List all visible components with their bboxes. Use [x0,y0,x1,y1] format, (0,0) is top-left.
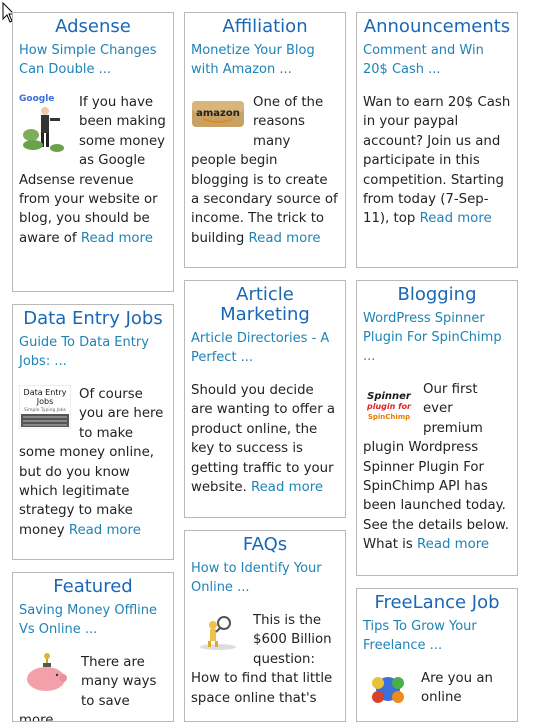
article-link[interactable]: WordPress Spinner Plugin For SpinChimp .… [363,309,511,366]
svg-text:Data Entry: Data Entry [24,388,67,397]
category-card-article-marketing: Article Marketing Article Directories - … [184,280,346,518]
card-excerpt: Wan to earn 20$ Cash in your paypal acco… [363,95,511,227]
category-card-announcements: Announcements Comment and Win 20$ Cash .… [356,12,518,268]
svg-text:Spinner: Spinner [367,391,412,402]
read-more-link[interactable]: Read more [81,231,153,246]
read-more-link[interactable]: Read more [69,523,141,538]
card-excerpt: Should you decide are wanting to offer a… [191,383,336,496]
card-excerpt: Are you an online [421,671,493,706]
svg-text:Simple Typing Jobs: Simple Typing Jobs [24,407,67,413]
card-title[interactable]: Article Marketing [191,285,339,325]
card-title[interactable]: Announcements [363,17,511,37]
article-link[interactable]: How Simple Changes Can Double ... [19,41,167,79]
svg-text:amazon: amazon [196,108,240,119]
article-link[interactable]: Tips To Grow Your Freelance ... [363,617,511,655]
category-card-freelance-job: FreeLance Job Tips To Grow Your Freelanc… [356,588,518,722]
read-more-link[interactable]: Read more [417,537,489,552]
svg-text:Jobs: Jobs [36,397,54,406]
category-card-featured: Featured Saving Money Offline Vs Online … [12,572,174,722]
read-more-link[interactable]: Read more [420,211,492,226]
category-card-affiliation: Affiliation Monetize Your Blog with Amaz… [184,12,346,268]
svg-text:SpinChimp: SpinChimp [368,413,410,421]
article-link[interactable]: Article Directories - A Perfect ... [191,329,339,367]
svg-text:Google: Google [19,94,54,104]
category-card-data-entry-jobs: Data Entry Jobs Guide To Data Entry Jobs… [12,304,174,560]
article-link[interactable]: How to Identify Your Online ... [191,559,339,597]
article-link[interactable]: Guide To Data Entry Jobs: ... [19,333,167,371]
card-title[interactable]: Blogging [363,285,511,305]
google-adsense-icon[interactable]: Google [19,93,71,155]
data-entry-jobs-icon[interactable]: Data Entry Jobs Simple Typing Jobs [18,384,72,431]
card-title[interactable]: Featured [19,577,167,597]
article-link[interactable]: Comment and Win 20$ Cash ... [363,41,511,79]
piggy-bank-icon[interactable] [19,653,73,697]
card-title[interactable]: Affiliation [191,17,339,37]
article-link[interactable]: Saving Money Offline Vs Online ... [19,601,167,639]
svg-text:plugin for: plugin for [366,402,412,411]
article-link[interactable]: Monetize Your Blog with Amazon ... [191,41,339,79]
card-title[interactable]: FreeLance Job [363,593,511,613]
amazon-icon[interactable]: amazon [191,97,245,137]
card-title[interactable]: FAQs [191,535,339,555]
card-title[interactable]: Data Entry Jobs [19,309,167,329]
card-title[interactable]: Adsense [19,17,167,37]
read-more-link[interactable]: Read more [249,231,321,246]
category-card-faqs: FAQs How to Identify Your Online ... Thi… [184,530,346,722]
question-figure-icon[interactable] [191,611,245,651]
category-card-blogging: Blogging WordPress Spinner Plugin For Sp… [356,280,518,576]
puzzle-people-icon[interactable] [363,669,413,713]
spinner-plugin-icon[interactable]: Spinner plugin for SpinChimp [363,386,415,430]
category-card-adsense: Adsense How Simple Changes Can Double ..… [12,12,174,292]
read-more-link[interactable]: Read more [251,480,323,495]
